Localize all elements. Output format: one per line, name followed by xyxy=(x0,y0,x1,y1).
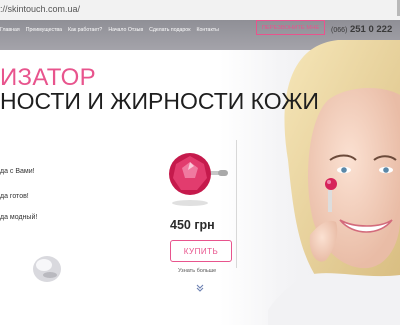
main-nav: Главная Преимущества Как работает? Начал… xyxy=(0,27,219,33)
buy-button[interactable]: КУПИТЬ xyxy=(170,240,232,262)
nav-item-how-it-works[interactable]: Как работает? xyxy=(68,27,102,33)
product-price: 450 грн xyxy=(170,218,215,232)
divider xyxy=(236,140,237,268)
nav-item-contacts[interactable]: Контакты xyxy=(196,27,218,33)
phone-digits: 251 0 222 xyxy=(349,24,393,35)
browser-address-bar[interactable]: ://skintouch.com.ua/ xyxy=(0,0,400,21)
learn-more-link[interactable]: Узнать больше xyxy=(178,268,216,274)
callback-button[interactable]: ПЕРЕЗВОНИТЕ МНЕ xyxy=(256,20,325,35)
benefit-item: да готов! xyxy=(0,193,29,200)
phone-number[interactable]: (066) 251 0 222 xyxy=(331,24,392,35)
chevron-down-icon[interactable] xyxy=(195,280,205,298)
nav-item-reviews[interactable]: Начало Отзыв xyxy=(108,27,143,33)
hero-title-line2: НОСТИ И ЖИРНОСТИ КОЖИ xyxy=(0,88,319,114)
nav-item-advantages[interactable]: Преимущества xyxy=(26,27,62,33)
benefit-item: да с Вами! xyxy=(0,168,35,175)
woman-photo xyxy=(268,40,400,330)
nav-item-gift[interactable]: Сделать подарок xyxy=(149,27,190,33)
nav-item-home[interactable]: Главная xyxy=(0,27,20,33)
product-gem-image xyxy=(164,152,236,215)
cream-drop-image xyxy=(30,252,64,289)
benefit-item: да модный! xyxy=(0,214,38,221)
url-text[interactable]: ://skintouch.com.ua/ xyxy=(0,4,80,14)
phone-code: (066) xyxy=(331,27,348,34)
